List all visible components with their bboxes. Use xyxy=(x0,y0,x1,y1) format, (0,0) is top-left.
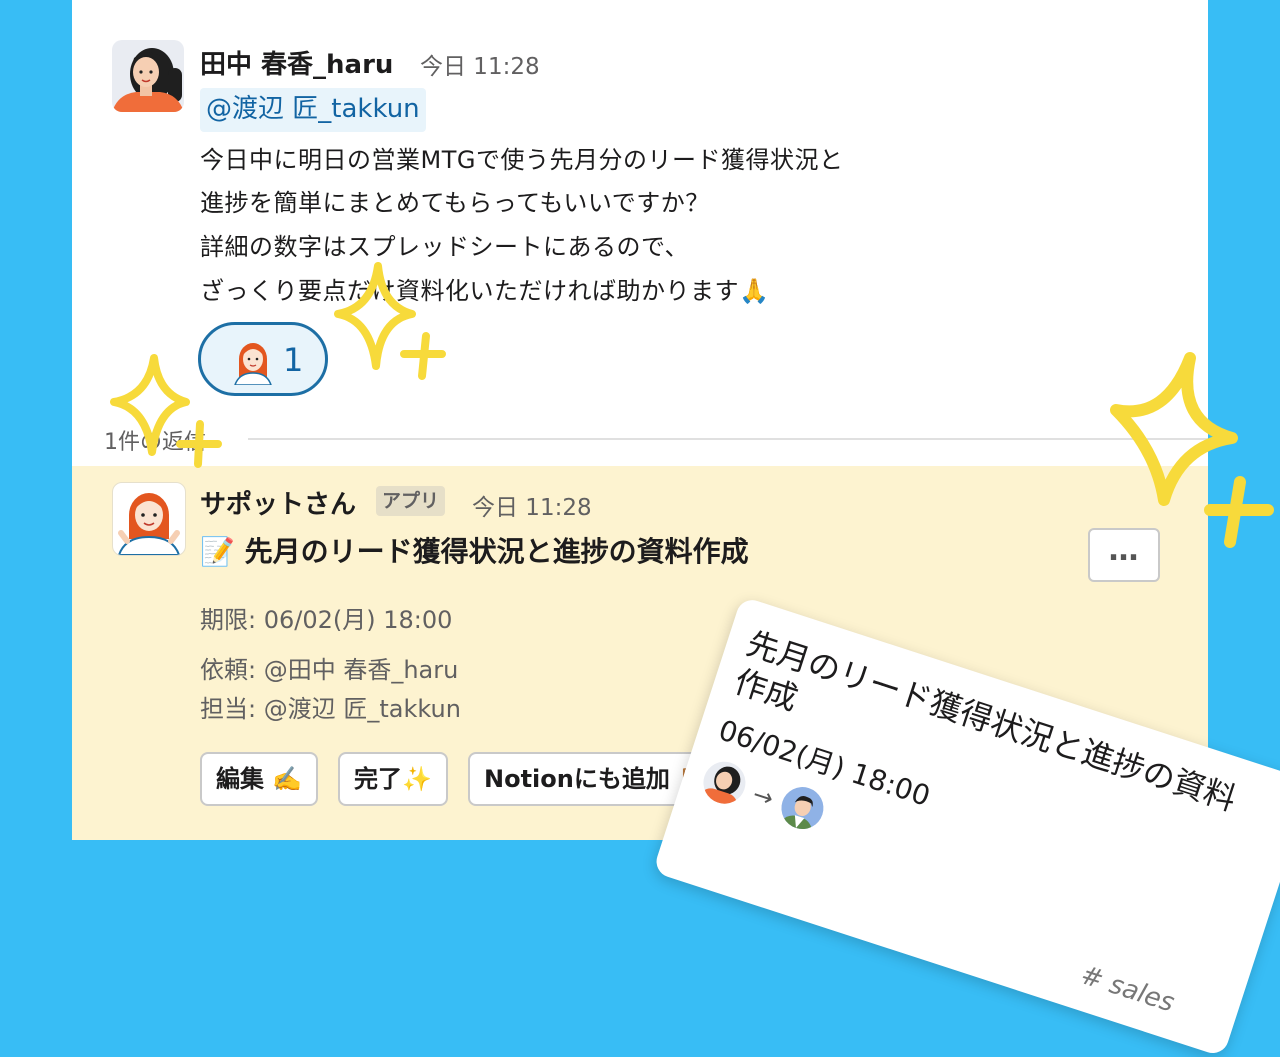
task-deadline: 期限: 06/02(月) 18:00 xyxy=(200,606,453,634)
task-assignee: 担当: @渡辺 匠_takkun xyxy=(200,695,461,723)
arrow-right-icon: → xyxy=(749,779,778,813)
bot-name[interactable]: サポットさん xyxy=(200,484,356,521)
reaction-avatar-icon xyxy=(234,343,272,385)
message-line-2: 進捗を簡単にまとめてもらってもいいですか？ xyxy=(200,189,710,217)
task-title: 📝 先月のリード獲得状況と進捗の資料作成 xyxy=(200,530,749,570)
task-title-text: 先月のリード獲得状況と進捗の資料作成 xyxy=(244,535,749,568)
task-requester: 依頼: @田中 春香_haru xyxy=(200,656,459,684)
reaction-count: 1 xyxy=(283,341,304,379)
bot-timestamp[interactable]: 今日 11:28 xyxy=(472,488,592,522)
assignee-avatar xyxy=(775,781,829,835)
sparkle-icon xyxy=(1110,352,1274,548)
bot-avatar[interactable] xyxy=(112,482,186,556)
app-badge: アプリ xyxy=(376,486,446,516)
user-avatar[interactable] xyxy=(112,40,184,112)
message-line-4: ざっくり要点だけ資料化いただければ助かります🙏 xyxy=(200,277,770,305)
requester-avatar xyxy=(697,756,751,810)
edit-button[interactable]: 編集 ✍️ xyxy=(200,752,319,806)
sparkle-icon xyxy=(334,262,446,380)
sparkle-icon xyxy=(110,354,222,468)
message-timestamp[interactable]: 今日 11:28 xyxy=(420,47,540,81)
message-line-3: 詳細の数字はスプレッドシートにあるので、 xyxy=(200,233,690,261)
complete-button[interactable]: 完了✨ xyxy=(338,752,448,806)
memo-icon: 📝 xyxy=(200,535,235,568)
thread-divider xyxy=(248,438,1208,440)
channel-tag: # sales xyxy=(1077,960,1178,1019)
mention-link[interactable]: @渡辺 匠_takkun xyxy=(200,88,426,132)
message-author[interactable]: 田中 春香_haru xyxy=(200,44,393,81)
message-line-1: 今日中に明日の営業MTGで使う先月分のリード獲得状況と xyxy=(200,146,844,174)
